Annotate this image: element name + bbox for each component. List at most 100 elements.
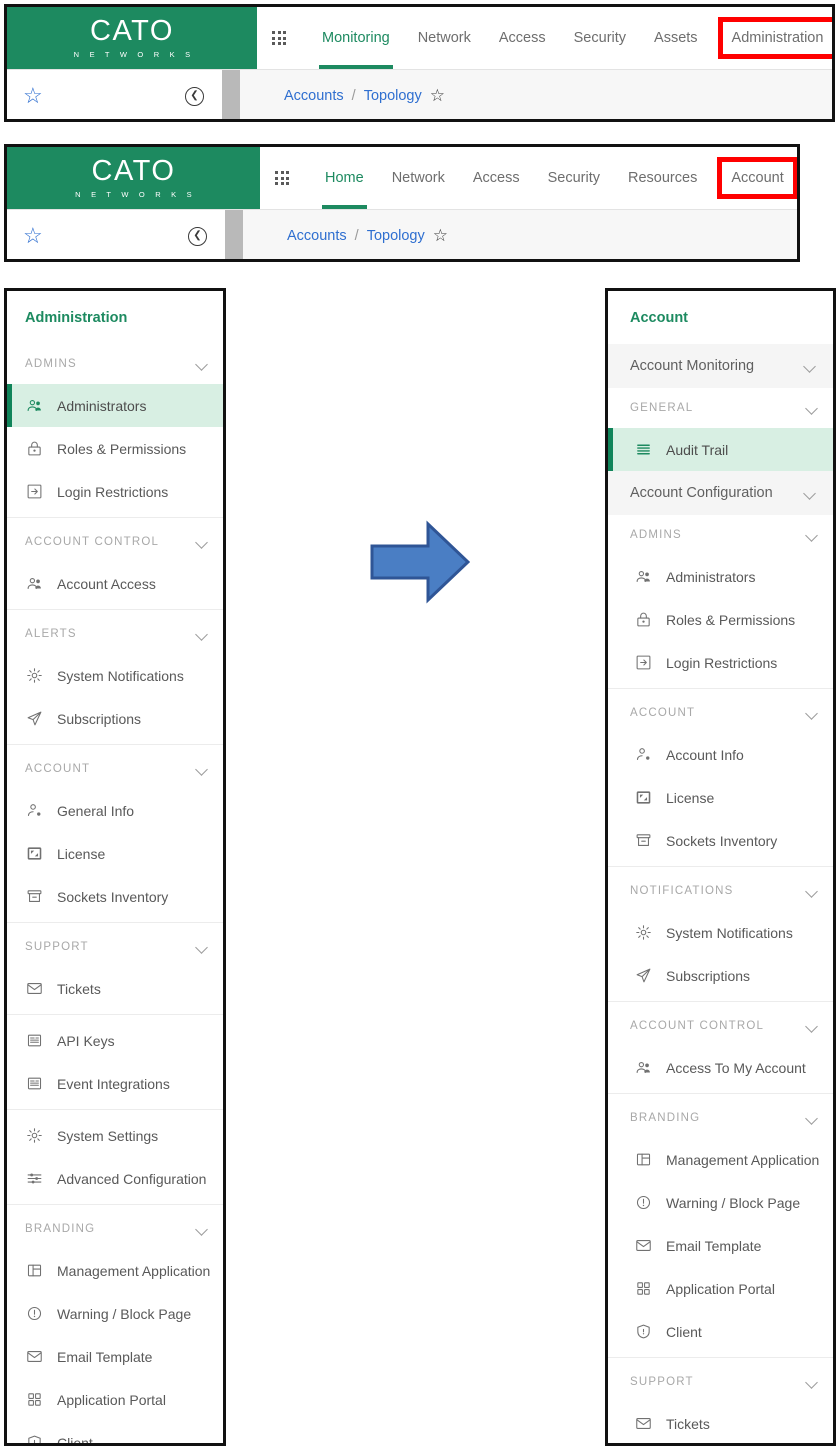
- nav-item-administration[interactable]: Administration: [717, 17, 832, 59]
- nav-item-home[interactable]: Home: [311, 147, 378, 209]
- sidebar-item-login-restrictions[interactable]: Login Restrictions: [7, 470, 223, 513]
- chevron-down-icon[interactable]: [196, 941, 209, 954]
- sidebar-item-login-restrictions[interactable]: Login Restrictions: [608, 641, 833, 684]
- chevron-down-icon[interactable]: [806, 402, 819, 415]
- nav-item-security[interactable]: Security: [534, 147, 614, 209]
- nav-item-access[interactable]: Access: [485, 7, 560, 69]
- sidebar-item-account-access[interactable]: Account Access: [7, 562, 223, 605]
- breadcrumb-star-icon[interactable]: ☆: [433, 226, 448, 246]
- chevron-down-icon[interactable]: [196, 763, 209, 776]
- collapse-sidebar-icon[interactable]: ❮: [185, 86, 204, 106]
- sidebar-item-license[interactable]: License: [608, 776, 833, 819]
- favorites-cell: ☆ ❮: [7, 70, 222, 119]
- sidebar-group-general[interactable]: GENERAL: [608, 388, 833, 428]
- sidebar-item-management-application[interactable]: Management Application: [7, 1249, 223, 1292]
- sidebar-item-system-settings[interactable]: System Settings: [7, 1114, 223, 1157]
- sidebar-group-account-control[interactable]: ACCOUNT CONTROL: [7, 522, 223, 562]
- sidebar-expand-account-monitoring[interactable]: Account Monitoring: [608, 344, 833, 388]
- sidebar-item-email-template[interactable]: Email Template: [608, 1224, 833, 1267]
- chevron-down-icon[interactable]: [806, 707, 819, 720]
- info-icon: [634, 1193, 653, 1212]
- chevron-down-icon[interactable]: [806, 1020, 819, 1033]
- sidebar-item-sockets-inventory[interactable]: Sockets Inventory: [608, 819, 833, 862]
- cato-logo[interactable]: CATO N E T W O R K S: [7, 147, 260, 209]
- sidebar-item-account-info[interactable]: Account Info: [608, 733, 833, 776]
- sidebar-item-roles-permissions[interactable]: Roles & Permissions: [608, 598, 833, 641]
- sidebar-item-management-application[interactable]: Management Application: [608, 1138, 833, 1181]
- chevron-down-icon[interactable]: [804, 360, 817, 373]
- sidebar-group-account[interactable]: ACCOUNT: [7, 749, 223, 789]
- chevron-down-icon[interactable]: [806, 1112, 819, 1125]
- navbar-panel-after: CATO N E T W O R K S Home Network Access…: [4, 144, 800, 262]
- sidebar-item-warning-block-page[interactable]: Warning / Block Page: [608, 1181, 833, 1224]
- chevron-down-icon[interactable]: [806, 885, 819, 898]
- sidebar-group-account[interactable]: ACCOUNT: [608, 693, 833, 733]
- nav-item-network[interactable]: Network: [404, 7, 485, 69]
- nav-item-network[interactable]: Network: [378, 147, 459, 209]
- sidebar-group-support[interactable]: SUPPORT: [608, 1362, 833, 1402]
- sidebar-item-event-integrations[interactable]: Event Integrations: [7, 1062, 223, 1105]
- sidebar-item-warning-block-page[interactable]: Warning / Block Page: [7, 1292, 223, 1335]
- sidebar-item-system-notifications[interactable]: System Notifications: [7, 654, 223, 697]
- sidebar-group-branding[interactable]: BRANDING: [7, 1209, 223, 1249]
- sidebar-item-sockets-inventory[interactable]: Sockets Inventory: [7, 875, 223, 918]
- sidebar-item-roles-permissions[interactable]: Roles & Permissions: [7, 427, 223, 470]
- sidebar-item-api-keys[interactable]: API Keys: [7, 1019, 223, 1062]
- sidebar-item-general-info[interactable]: General Info: [7, 789, 223, 832]
- sidebar-divider: [7, 1109, 223, 1110]
- nav-item-account[interactable]: Account: [717, 157, 797, 199]
- nav-subbar: ☆ ❮ Accounts / Topology ☆: [7, 69, 832, 119]
- breadcrumb-leaf[interactable]: Topology: [364, 88, 422, 104]
- nav-item-security[interactable]: Security: [560, 7, 640, 69]
- sidebar-item-audit-trail[interactable]: Audit Trail: [608, 428, 833, 471]
- chevron-down-icon[interactable]: [196, 628, 209, 641]
- nav-item-monitoring[interactable]: Monitoring: [308, 7, 404, 69]
- app-grid-icon[interactable]: [272, 31, 286, 45]
- sidebar-group-support[interactable]: SUPPORT: [7, 927, 223, 967]
- app-grid-icon[interactable]: [275, 171, 289, 185]
- nav-item-assets[interactable]: Assets: [640, 7, 712, 69]
- sidebar-expand-account-configuration[interactable]: Account Configuration: [608, 471, 833, 515]
- chevron-down-icon[interactable]: [804, 487, 817, 500]
- chevron-down-icon[interactable]: [196, 536, 209, 549]
- sidebar-item-access-to-my-account[interactable]: Access To My Account: [608, 1046, 833, 1089]
- breadcrumb-star-icon[interactable]: ☆: [430, 86, 445, 106]
- sidebar-group-admins[interactable]: ADMINS: [7, 344, 223, 384]
- sidebar-item-advanced-configuration[interactable]: Advanced Configuration: [7, 1157, 223, 1200]
- breadcrumb-root[interactable]: Accounts: [287, 228, 347, 244]
- nav-item-resources[interactable]: Resources: [614, 147, 711, 209]
- sidebar-item-tickets[interactable]: Tickets: [7, 967, 223, 1010]
- sidebar-group-alerts[interactable]: ALERTS: [7, 614, 223, 654]
- breadcrumb-root[interactable]: Accounts: [284, 88, 344, 104]
- sidebar-item-tickets[interactable]: Tickets: [608, 1402, 833, 1443]
- sidebar-item-system-notifications[interactable]: System Notifications: [608, 911, 833, 954]
- sidebar-item-application-portal[interactable]: Application Portal: [7, 1378, 223, 1421]
- sidebar-item-administrators[interactable]: Administrators: [7, 384, 223, 427]
- chevron-down-icon[interactable]: [196, 358, 209, 371]
- sidebar-item-subscriptions[interactable]: Subscriptions: [608, 954, 833, 997]
- sidebar-item-client[interactable]: Client: [608, 1310, 833, 1353]
- favorite-star-icon[interactable]: ☆: [23, 85, 43, 107]
- sidebar-item-administrators[interactable]: Administrators: [608, 555, 833, 598]
- nav-item-access[interactable]: Access: [459, 147, 534, 209]
- sidebar-item-application-portal[interactable]: Application Portal: [608, 1267, 833, 1310]
- sidebar-item-subscriptions[interactable]: Subscriptions: [7, 697, 223, 740]
- sidebar-item-label: Management Application: [57, 1262, 211, 1279]
- sidebar-item-client[interactable]: Client: [7, 1421, 223, 1443]
- sidebar-item-email-template[interactable]: Email Template: [7, 1335, 223, 1378]
- sidebar-item-label: General Info: [57, 802, 135, 819]
- sidebar-group-account-control[interactable]: ACCOUNT CONTROL: [608, 1006, 833, 1046]
- sidebar-group-branding[interactable]: BRANDING: [608, 1098, 833, 1138]
- breadcrumb-leaf[interactable]: Topology: [367, 228, 425, 244]
- sidebar-group-notifications[interactable]: NOTIFICATIONS: [608, 871, 833, 911]
- collapse-sidebar-icon[interactable]: ❮: [188, 226, 207, 246]
- sidebar-group-admins[interactable]: ADMINS: [608, 515, 833, 555]
- sidebar-item-license[interactable]: License: [7, 832, 223, 875]
- chevron-down-icon[interactable]: [806, 529, 819, 542]
- chevron-down-icon[interactable]: [806, 1376, 819, 1389]
- chevron-down-icon[interactable]: [196, 1223, 209, 1236]
- sidebar-group-label: ADMINS: [630, 529, 682, 541]
- cato-logo[interactable]: CATO N E T W O R K S: [7, 7, 257, 69]
- favorite-star-icon[interactable]: ☆: [23, 225, 43, 247]
- sidebar-item-label: Subscriptions: [666, 967, 751, 984]
